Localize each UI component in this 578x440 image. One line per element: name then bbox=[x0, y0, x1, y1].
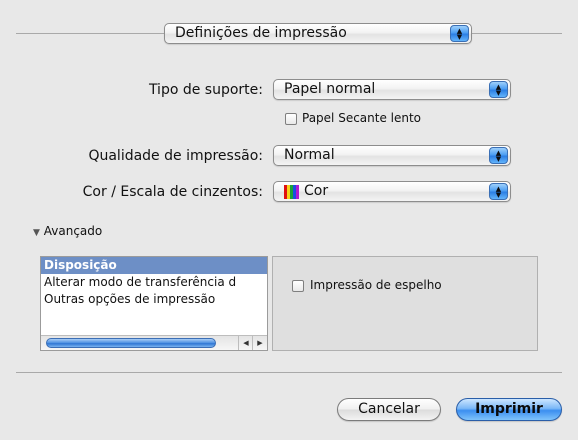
cancel-button[interactable]: Cancelar bbox=[337, 398, 441, 421]
bottom-separator bbox=[16, 372, 562, 373]
color-popup[interactable]: Cor ▲ ▼ bbox=[273, 181, 511, 202]
color-swatch-icon bbox=[284, 184, 299, 199]
scroll-right-icon[interactable]: ▶ bbox=[252, 336, 267, 350]
color-label: Cor / Escala de cinzentos: bbox=[82, 184, 263, 200]
quality-value: Normal bbox=[284, 147, 335, 163]
horizontal-scrollbar[interactable]: ◀ ▶ bbox=[41, 335, 267, 350]
advanced-options-list[interactable]: Disposição Alterar modo de transferência… bbox=[40, 256, 268, 351]
scrollbar-thumb[interactable] bbox=[46, 338, 216, 348]
media-type-label: Tipo de suporte: bbox=[148, 82, 263, 98]
media-type-popup[interactable]: Papel normal ▲ ▼ bbox=[273, 79, 511, 100]
popup-arrows-icon: ▲ ▼ bbox=[489, 81, 508, 98]
mirror-print-checkbox[interactable] bbox=[292, 280, 304, 292]
advanced-detail-pane: Impressão de espelho bbox=[272, 256, 538, 351]
panel-selector-popup[interactable]: Definições de impressão ▲ ▼ bbox=[164, 23, 472, 44]
list-item[interactable]: Outras opções de impressão bbox=[41, 291, 267, 308]
list-item[interactable]: Disposição bbox=[41, 257, 267, 274]
disclosure-triangle-icon: ▼ bbox=[33, 228, 40, 238]
advanced-disclosure[interactable]: ▼ Avançado bbox=[33, 224, 102, 238]
mirror-print-label: Impressão de espelho bbox=[310, 278, 442, 292]
slow-dry-checkbox[interactable] bbox=[285, 113, 297, 125]
media-type-value: Papel normal bbox=[284, 81, 376, 97]
advanced-label: Avançado bbox=[43, 224, 103, 238]
list-item[interactable]: Alterar modo de transferência d bbox=[41, 274, 267, 291]
slow-dry-label: Papel Secante lento bbox=[302, 111, 422, 125]
popup-arrows-icon: ▲ ▼ bbox=[489, 147, 508, 164]
quality-label: Qualidade de impressão: bbox=[88, 148, 263, 164]
popup-arrows-icon: ▲ ▼ bbox=[489, 183, 508, 200]
quality-popup[interactable]: Normal ▲ ▼ bbox=[273, 145, 511, 166]
color-value: Cor bbox=[304, 183, 329, 199]
scroll-left-icon[interactable]: ◀ bbox=[238, 336, 253, 350]
print-button[interactable]: Imprimir bbox=[456, 398, 562, 421]
color-value-wrap: Cor bbox=[274, 182, 489, 201]
popup-arrows-icon: ▲ ▼ bbox=[450, 25, 469, 42]
panel-selector-value: Definições de impressão bbox=[175, 25, 347, 41]
top-separator-left bbox=[16, 33, 164, 34]
top-separator-right bbox=[472, 33, 562, 34]
